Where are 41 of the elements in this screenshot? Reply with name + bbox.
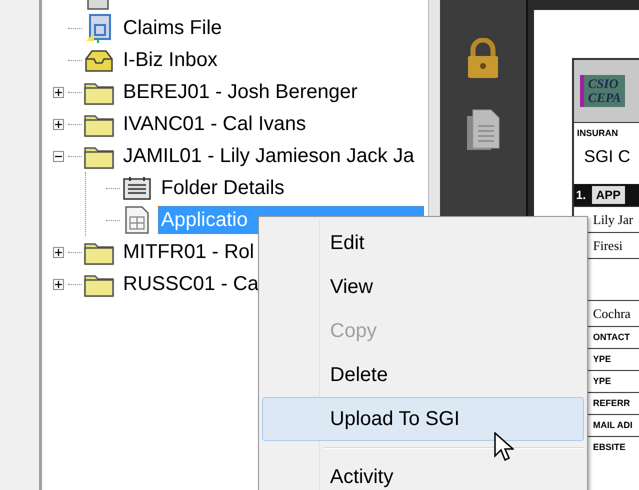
expand-toggle[interactable] <box>52 118 64 130</box>
form-field-label: YPE <box>593 374 612 388</box>
form-field-value: Lily Jar <box>593 210 634 229</box>
logo-text: CEPA <box>588 91 621 105</box>
tree-item[interactable]: IVANC01 - Cal Ivans <box>120 110 310 138</box>
tree-item[interactable]: RUSSC01 - Ca <box>120 270 262 298</box>
form-field-value: Firesi <box>593 236 623 255</box>
tree-item[interactable]: I-Biz Inbox <box>120 46 220 74</box>
form-field-label: YPE <box>593 352 612 366</box>
form-heading: SGI C <box>584 146 630 168</box>
logo-text: CSIO <box>588 77 620 91</box>
form-field-label: INSURAN <box>577 126 618 140</box>
menu-item[interactable]: Activity <box>262 455 584 490</box>
cursor-icon <box>494 432 514 462</box>
tree-item[interactable]: MITFR01 - Rol <box>120 238 258 266</box>
collapse-toggle[interactable] <box>52 150 64 162</box>
plus-icon <box>54 120 62 128</box>
plus-icon <box>54 88 62 96</box>
pages-icon[interactable] <box>465 108 501 152</box>
form-document-icon <box>124 205 150 235</box>
form-field-label: REFERR <box>593 396 630 410</box>
tree-item[interactable]: JAMIL01 - Lily Jamieson Jack Ja <box>120 142 418 170</box>
tree-item[interactable]: BEREJ01 - Josh Berenger <box>120 78 361 106</box>
plus-icon <box>54 280 62 288</box>
section-title: APP <box>592 186 625 204</box>
form-field-label: MAIL ADI <box>593 418 632 432</box>
form-field-label: EBSITE <box>593 440 626 454</box>
section-number: 1. <box>576 187 586 204</box>
document-list-icon <box>122 175 152 201</box>
menu-item[interactable]: Delete <box>262 353 584 397</box>
menu-item[interactable]: View <box>262 265 584 309</box>
tree-item[interactable]: Folder Details <box>158 174 288 202</box>
plus-icon <box>54 248 62 256</box>
expand-toggle[interactable] <box>52 246 64 258</box>
form-field-label: ONTACT <box>593 330 630 344</box>
expand-toggle[interactable] <box>52 86 64 98</box>
expand-toggle[interactable] <box>52 278 64 290</box>
menu-item[interactable]: Edit <box>262 221 584 265</box>
tree-item[interactable]: Claims File <box>120 14 225 42</box>
form-field-value: Cochra <box>593 304 631 323</box>
menu-item[interactable]: Upload To SGI <box>262 397 584 441</box>
